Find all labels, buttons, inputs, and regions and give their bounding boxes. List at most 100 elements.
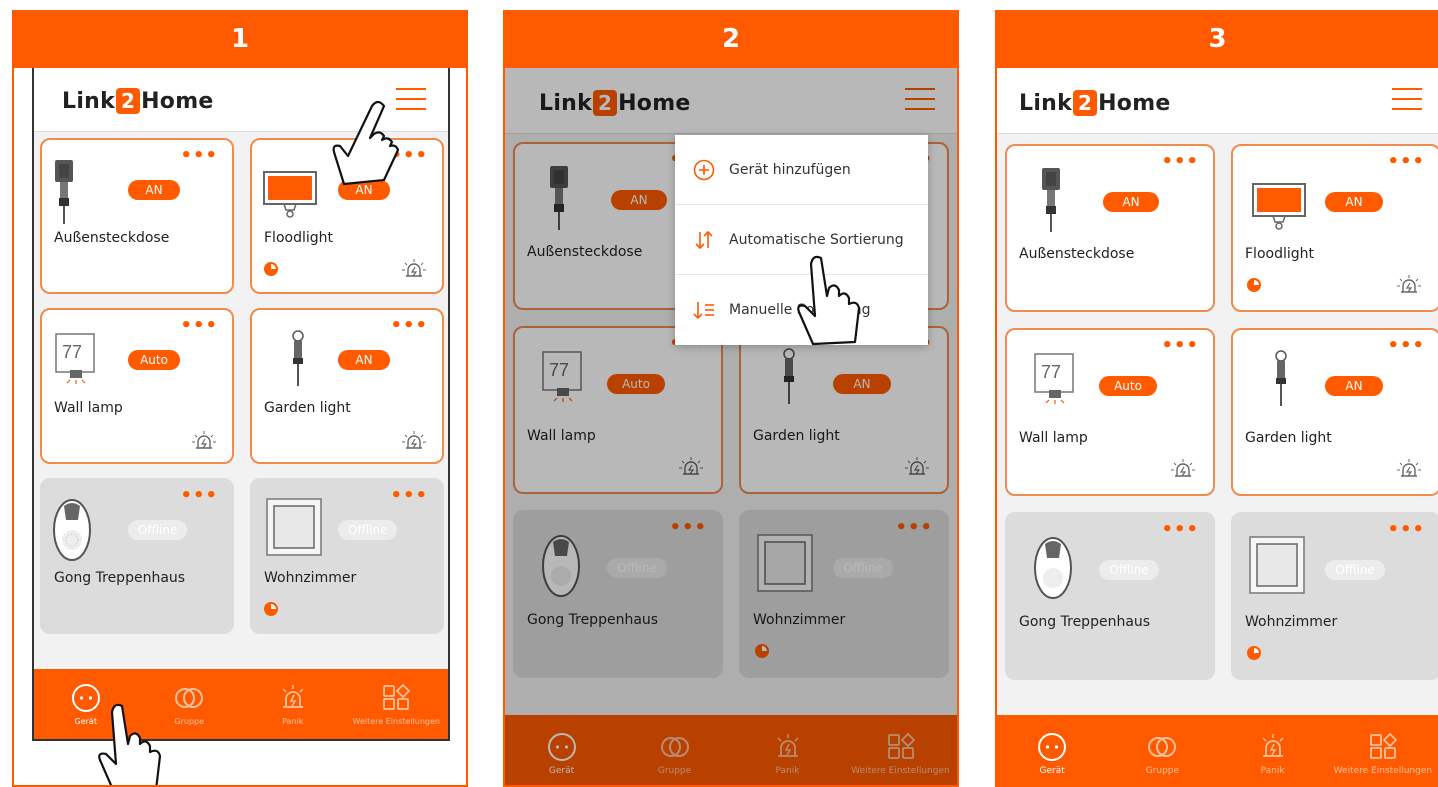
alarm-icon[interactable]	[679, 456, 703, 478]
device-icon	[1038, 733, 1067, 761]
status-badge[interactable]: AN	[833, 374, 891, 394]
card-menu-icon[interactable]: •••	[1387, 153, 1425, 171]
status-badge[interactable]: AN	[1325, 376, 1383, 396]
card-menu-icon[interactable]: •••	[669, 519, 707, 537]
step-panel-2: 2 Link2Home ••• AN Außensteckdose ••• Fl…	[503, 10, 959, 787]
device-card[interactable]: ••• 77 Auto Wall lamp	[513, 326, 723, 494]
status-badge[interactable]: Offline	[128, 520, 188, 540]
device-card[interactable]: ••• 77 Auto Wall lamp	[1005, 328, 1215, 496]
timer-pie-icon	[1247, 646, 1261, 660]
nav-settings[interactable]: Weitere Einstellungen	[1328, 715, 1438, 785]
switch-icon	[266, 498, 322, 556]
card-menu-icon[interactable]: •••	[180, 147, 218, 165]
nav-panic[interactable]: Panik	[731, 715, 844, 785]
nav-group[interactable]: Gruppe	[618, 715, 731, 785]
card-menu-icon[interactable]: •••	[1161, 153, 1199, 171]
status-badge[interactable]: Auto	[1099, 376, 1157, 396]
status-badge[interactable]: Offline	[1325, 560, 1385, 580]
menu-icon[interactable]	[1392, 88, 1422, 110]
status-badge[interactable]: AN	[611, 190, 667, 210]
app-header: Link 2 Home	[505, 68, 957, 134]
doorbell-icon	[53, 499, 91, 561]
plus-circle-icon	[693, 159, 715, 180]
alarm-icon[interactable]	[1171, 458, 1195, 480]
device-card[interactable]: ••• AN Floodlight	[1231, 144, 1438, 312]
nav-settings[interactable]: Weitere Einstellungen	[844, 715, 957, 785]
nav-panic[interactable]: Panik	[1218, 715, 1328, 785]
device-card[interactable]: ••• Offline Gong Treppenhaus	[1005, 512, 1215, 680]
card-menu-icon[interactable]: •••	[1387, 337, 1425, 355]
menu-item-add-device[interactable]: Gerät hinzufügen	[675, 135, 928, 205]
hand-pointer-icon	[332, 100, 400, 186]
device-name: Garden light	[264, 400, 351, 416]
sort-manual-icon	[693, 302, 714, 320]
alarm-icon[interactable]	[905, 456, 929, 478]
device-name: Garden light	[753, 428, 840, 444]
device-name: Wohnzimmer	[1245, 614, 1338, 630]
status-badge[interactable]: Auto	[607, 374, 665, 394]
switch-icon	[1249, 536, 1305, 594]
status-badge[interactable]: Auto	[128, 350, 180, 370]
device-name: Wohnzimmer	[753, 612, 846, 628]
garden-light-icon	[783, 348, 795, 404]
status-badge[interactable]: AN	[338, 350, 390, 370]
status-badge[interactable]: Offline	[833, 558, 893, 578]
nav-device[interactable]: Gerät	[997, 715, 1107, 785]
device-name: Floodlight	[1245, 246, 1314, 262]
status-badge[interactable]: AN	[1103, 192, 1159, 212]
status-badge[interactable]: AN	[128, 180, 180, 200]
status-badge[interactable]: Offline	[338, 520, 398, 540]
device-card[interactable]: ••• Offline Gong Treppenhaus	[513, 510, 723, 678]
doorbell-icon	[1034, 537, 1072, 599]
device-list: ••• AN Außensteckdose ••• AN Floodlight …	[34, 132, 448, 669]
wall-lamp-icon: 77	[1034, 353, 1074, 404]
step-panel-1: 1 Link 2 Home ••• AN Außensteckdose ••• AN…	[12, 10, 468, 787]
device-card[interactable]: ••• Offline Wohnzimmer	[739, 510, 949, 678]
plug-icon	[550, 166, 568, 230]
device-card[interactable]: ••• AN Garden light	[739, 326, 949, 494]
nav-panic[interactable]: Panik	[241, 669, 345, 739]
garden-light-icon	[292, 330, 304, 386]
card-menu-icon[interactable]: •••	[390, 317, 428, 335]
card-menu-icon[interactable]: •••	[1161, 337, 1199, 355]
device-card[interactable]: ••• AN Garden light	[250, 308, 444, 464]
device-card[interactable]: ••• Offline Wohnzimmer	[250, 478, 444, 634]
card-menu-icon[interactable]: •••	[895, 519, 933, 537]
device-card[interactable]: ••• AN Außensteckdose	[40, 138, 234, 294]
app-header: Link 2 Home	[997, 68, 1438, 134]
card-menu-icon[interactable]: •••	[180, 487, 218, 505]
device-name: Wall lamp	[527, 428, 596, 444]
nav-settings[interactable]: Weitere Einstellungen	[345, 669, 449, 739]
alarm-icon[interactable]	[1397, 458, 1421, 480]
status-badge[interactable]: AN	[1325, 192, 1383, 212]
menu-icon[interactable]	[905, 88, 935, 110]
device-card[interactable]: ••• AN Garden light	[1231, 328, 1438, 496]
hand-pointer-icon	[797, 255, 861, 346]
status-badge[interactable]: Offline	[607, 558, 667, 578]
device-card[interactable]: ••• Offline Wohnzimmer	[1231, 512, 1438, 680]
nav-device[interactable]: Gerät	[505, 715, 618, 785]
timer-pie-icon	[264, 262, 278, 276]
card-menu-icon[interactable]: •••	[1161, 521, 1199, 539]
device-card[interactable]: ••• Offline Gong Treppenhaus	[40, 478, 234, 634]
device-card[interactable]: ••• AN Außensteckdose	[1005, 144, 1215, 312]
plug-icon	[55, 160, 73, 224]
panic-icon	[282, 684, 304, 708]
device-card[interactable]: ••• 77 Auto Wall lamp	[40, 308, 234, 464]
alarm-icon[interactable]	[402, 430, 426, 452]
device-name: Wohnzimmer	[264, 570, 357, 586]
status-badge[interactable]: Offline	[1099, 560, 1159, 580]
device-name: Garden light	[1245, 430, 1332, 446]
device-name: Floodlight	[264, 230, 333, 246]
nav-group[interactable]: Gruppe	[1107, 715, 1217, 785]
card-menu-icon[interactable]: •••	[390, 487, 428, 505]
bottom-nav: Gerät Gruppe Panik Weitere Einstellungen	[997, 715, 1438, 785]
alarm-icon[interactable]	[192, 430, 216, 452]
settings-icon	[383, 683, 411, 710]
alarm-icon[interactable]	[1397, 274, 1421, 296]
alarm-icon[interactable]	[402, 258, 426, 280]
card-menu-icon[interactable]: •••	[180, 317, 218, 335]
card-menu-icon[interactable]: •••	[1387, 521, 1425, 539]
panic-icon	[1262, 734, 1284, 757]
doorbell-icon	[542, 535, 580, 597]
